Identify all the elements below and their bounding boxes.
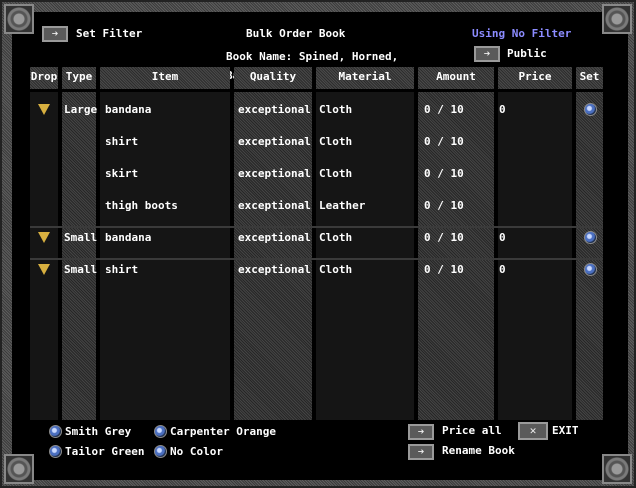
col-header-drop: Drop	[30, 67, 58, 89]
no-color-gem-icon[interactable]	[154, 445, 167, 458]
row-separator	[30, 226, 603, 228]
row-amount: 0 / 10	[424, 231, 464, 244]
row-type: Small	[64, 263, 98, 276]
row-quality: exceptional	[238, 263, 311, 276]
col-set	[576, 92, 603, 420]
row-item: shirt	[105, 263, 139, 276]
exit-button[interactable]: ✕	[518, 422, 548, 440]
triangle-down-icon[interactable]	[38, 264, 50, 275]
row-amount: 0 / 10	[424, 135, 464, 148]
smith-grey-gem-icon[interactable]	[49, 425, 62, 438]
rename-book-label: Rename Book	[442, 444, 515, 457]
row-quality: exceptional	[238, 199, 311, 212]
row-amount: 0 / 10	[424, 199, 464, 212]
col-header-set: Set	[576, 67, 603, 89]
rename-book-button[interactable]: ➔	[408, 444, 434, 460]
set-gem-icon[interactable]	[584, 103, 597, 116]
row-quality: exceptional	[238, 231, 311, 244]
page-title: Bulk Order Book	[246, 27, 346, 40]
row-type: Small	[64, 231, 98, 244]
row-amount: 0 / 10	[424, 103, 464, 116]
arrow-right-icon: ➔	[51, 27, 59, 40]
row-material: Cloth	[319, 263, 353, 276]
row-item: skirt	[105, 167, 139, 180]
no-color-label: No Color	[170, 445, 223, 458]
col-type	[62, 92, 96, 420]
row-quality: exceptional	[238, 135, 311, 148]
arrow-right-icon: ➔	[417, 445, 425, 458]
exit-label: EXIT	[552, 424, 579, 437]
set-filter-label: Set Filter	[76, 27, 143, 40]
row-amount: 0 / 10	[424, 263, 464, 276]
set-gem-icon[interactable]	[584, 231, 597, 244]
col-header-item: Item	[100, 67, 230, 89]
row-item: bandana	[105, 231, 152, 244]
public-label: Public	[507, 47, 547, 60]
col-price	[498, 92, 572, 420]
row-item: bandana	[105, 103, 152, 116]
set-gem-icon[interactable]	[584, 263, 597, 276]
price-all-label: Price all	[442, 424, 502, 437]
row-material: Leather	[319, 199, 366, 212]
corner-ornament-br	[602, 454, 632, 484]
row-price: 0	[499, 103, 506, 116]
col-header-amount: Amount	[418, 67, 494, 89]
tailor-green-gem-icon[interactable]	[49, 445, 62, 458]
col-drop	[30, 92, 58, 420]
row-price: 0	[499, 263, 506, 276]
triangle-down-icon[interactable]	[38, 104, 50, 115]
row-separator	[30, 258, 603, 260]
corner-ornament-tl	[4, 4, 34, 34]
smith-grey-label: Smith Grey	[65, 425, 132, 438]
row-quality: exceptional	[238, 103, 311, 116]
row-type: Large	[64, 103, 98, 116]
carpenter-orange-label: Carpenter Orange	[170, 425, 276, 438]
public-toggle-button[interactable]: ➔	[474, 46, 500, 62]
set-filter-button[interactable]: ➔	[42, 26, 68, 42]
x-icon: ✕	[529, 424, 537, 437]
col-header-material: Material	[316, 67, 414, 89]
row-material: Cloth	[319, 135, 353, 148]
row-amount: 0 / 10	[424, 167, 464, 180]
col-header-price: Price	[498, 67, 572, 89]
arrow-right-icon: ➔	[417, 425, 425, 438]
col-header-quality: Quality	[234, 67, 312, 89]
row-item: shirt	[105, 135, 139, 148]
row-quality: exceptional	[238, 167, 311, 180]
row-material: Cloth	[319, 103, 353, 116]
filter-status: Using No Filter	[472, 27, 572, 40]
tailor-green-label: Tailor Green	[65, 445, 145, 458]
row-price: 0	[499, 231, 506, 244]
price-all-button[interactable]: ➔	[408, 424, 434, 440]
triangle-down-icon[interactable]	[38, 232, 50, 243]
corner-ornament-bl	[4, 454, 34, 484]
carpenter-orange-gem-icon[interactable]	[154, 425, 167, 438]
corner-ornament-tr	[602, 4, 632, 34]
col-header-type: Type	[62, 67, 96, 89]
arrow-right-icon: ➔	[483, 47, 491, 60]
row-material: Cloth	[319, 167, 353, 180]
row-material: Cloth	[319, 231, 353, 244]
row-item: thigh boots	[105, 199, 178, 212]
